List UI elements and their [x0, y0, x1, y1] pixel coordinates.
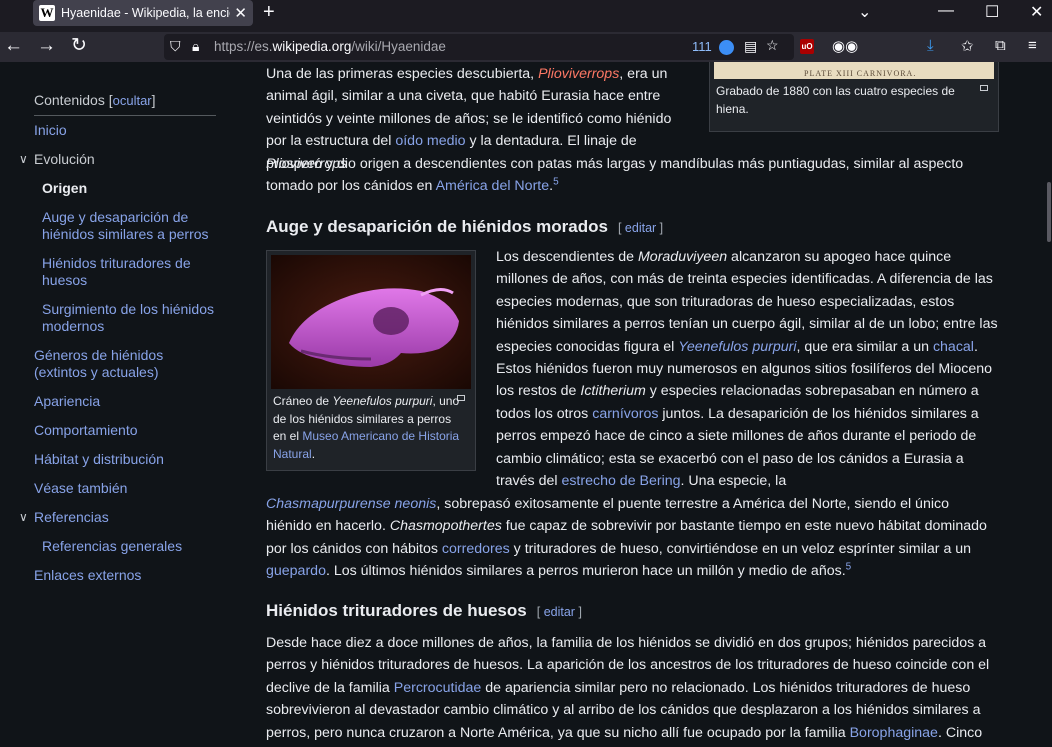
skull-image[interactable] — [271, 255, 471, 389]
chasmapurpurense-link[interactable]: Chasmapurpurense neonis — [266, 496, 436, 512]
url-text[interactable]: https://es.wikipedia.org/wiki/Hyaenidae — [214, 39, 446, 54]
scrollbar-thumb[interactable] — [1047, 182, 1051, 242]
paragraph: Desde hace diez a doce millones de años,… — [266, 635, 990, 741]
tracker-counter: 111 — [692, 39, 712, 54]
plioviverrops-link[interactable]: Plioviverrops — [538, 66, 619, 82]
wikipedia-favicon-icon: W — [39, 5, 55, 21]
toc-item-vease[interactable]: Véase también — [34, 480, 127, 497]
maximize-icon[interactable]: ☐ — [985, 2, 999, 22]
tab-close-icon[interactable]: ✕ — [234, 4, 247, 22]
toc-item-inicio[interactable]: Inicio — [34, 122, 67, 139]
percrocutidae-link[interactable]: Percrocutidae — [394, 680, 482, 696]
toc-item-comportamiento[interactable]: Comportamiento — [34, 422, 138, 439]
scrollbar[interactable] — [1046, 62, 1052, 747]
expand-icon[interactable] — [980, 85, 988, 91]
extension-mask-icon[interactable]: ◉◉ — [832, 37, 858, 55]
shield-icon[interactable]: ⛉ — [170, 38, 181, 55]
america-del-norte-link[interactable]: América del Norte — [436, 178, 550, 194]
engraving-image[interactable]: PLATE XIII CARNIVORA. — [714, 62, 994, 79]
toc-item-referencias[interactable]: Referencias — [34, 509, 109, 526]
ublock-icon[interactable]: uO — [800, 39, 814, 54]
toc-item-referencias-generales[interactable]: Referencias generales — [42, 538, 182, 555]
close-window-icon[interactable]: ✕ — [1030, 2, 1043, 22]
tab-bar: W Hyaenidae - Wikipedia, la encic ✕ + ⌄ … — [0, 0, 1052, 32]
tab-list-chevron-icon[interactable]: ⌄ — [858, 2, 871, 22]
chevron-down-icon[interactable]: ∨ — [19, 510, 28, 524]
toc-item-auge[interactable]: Auge y desaparición de hiénidos similare… — [42, 209, 222, 243]
toc-item-surgimiento[interactable]: Surgimiento de los hiénidos modernos — [42, 301, 222, 335]
toc-item-generos[interactable]: Géneros de hiénidos (extintos y actuales… — [34, 347, 184, 381]
toc-item-habitat[interactable]: Hábitat y distribución — [34, 451, 164, 468]
toc-item-origen[interactable]: Origen — [42, 180, 87, 197]
minimize-icon[interactable]: — — [938, 2, 954, 20]
toc-item-trituradores[interactable]: Hiénidos trituradores de huesos — [42, 255, 222, 289]
borophaginae-link[interactable]: Borophaginae — [850, 725, 938, 741]
carnivoros-link[interactable]: carnívoros — [592, 406, 658, 422]
section-heading-auge: Auge y desaparición de hiénidos morados[… — [266, 217, 664, 236]
paragraph: Los descendientes de Moraduviyeen alcanz… — [496, 249, 998, 490]
chevron-down-icon[interactable]: ∨ — [19, 152, 28, 166]
page-content: Contenidos [ocultar] Inicio ∨ Evolución … — [0, 62, 1052, 747]
edit-link[interactable]: editar — [625, 221, 656, 235]
toc-divider — [34, 115, 216, 116]
menu-icon[interactable]: ≡ — [1028, 37, 1037, 54]
reload-icon[interactable]: ↻ — [71, 35, 87, 57]
corredores-link[interactable]: corredores — [442, 541, 510, 557]
navigation-toolbar: ← → ↻ ⛉ 🔒︎ https://es.wikipedia.org/wiki… — [0, 32, 1052, 62]
estrecho-link[interactable]: estrecho de Bering — [561, 473, 680, 489]
toc-item-enlaces[interactable]: Enlaces externos — [34, 567, 141, 584]
new-tab-icon[interactable]: + — [263, 1, 275, 24]
extension-badge-icon[interactable] — [719, 40, 734, 55]
paragraph-continuation: Chasmapurpurense neonis, sobrepasó exito… — [266, 496, 987, 580]
section-heading-trituradores: Hiénidos trituradores de huesos[ editar … — [266, 601, 582, 620]
bookmark-star-icon[interactable]: ☆ — [766, 37, 779, 54]
pocket-icon[interactable]: ✩ — [961, 37, 974, 55]
reference-link[interactable]: 5 — [846, 561, 852, 572]
address-bar[interactable]: ⛉ 🔒︎ https://es.wikipedia.org/wiki/Hyaen… — [164, 34, 794, 60]
toc-item-evolucion[interactable]: Evolución — [34, 151, 95, 168]
downloads-icon[interactable]: ⤓ — [927, 37, 934, 54]
forward-arrow-icon[interactable]: → — [37, 35, 56, 57]
back-arrow-icon[interactable]: ← — [4, 35, 23, 57]
lock-icon[interactable]: 🔒︎ — [192, 38, 199, 55]
reference-link[interactable]: 5 — [553, 177, 559, 188]
oido-medio-link[interactable]: oído medio — [395, 133, 465, 149]
reader-view-icon[interactable]: ▤ — [744, 38, 757, 55]
toc-header: Contenidos [ocultar] — [34, 92, 156, 108]
paragraph-continuation: prosperó y dio origen a descendientes co… — [266, 156, 964, 195]
figure-skull: Cráneo de Yeenefulos purpuri, uno de los… — [266, 250, 476, 471]
toc-item-apariencia[interactable]: Apariencia — [34, 393, 100, 410]
guepardo-link[interactable]: guepardo — [266, 563, 326, 579]
tab-title: Hyaenidae - Wikipedia, la encic — [61, 6, 231, 20]
toc-title: Contenidos — [34, 92, 105, 108]
figure-engraving: PLATE XIII CARNIVORA. Grabado de 1880 co… — [709, 62, 999, 132]
figure-caption: Cráneo de Yeenefulos purpuri, uno de los… — [273, 394, 460, 461]
extensions-puzzle-icon[interactable]: ⧉ — [995, 37, 1006, 54]
browser-tab[interactable]: W Hyaenidae - Wikipedia, la encic ✕ — [33, 0, 253, 26]
toc-hide-link[interactable]: ocultar — [113, 93, 152, 108]
yeenefulos-link[interactable]: Yeenefulos purpuri — [678, 339, 796, 355]
figure-caption: Grabado de 1880 con las cuatro especies … — [716, 84, 955, 116]
chacal-link[interactable]: chacal — [933, 339, 974, 355]
edit-link[interactable]: editar — [544, 605, 575, 619]
